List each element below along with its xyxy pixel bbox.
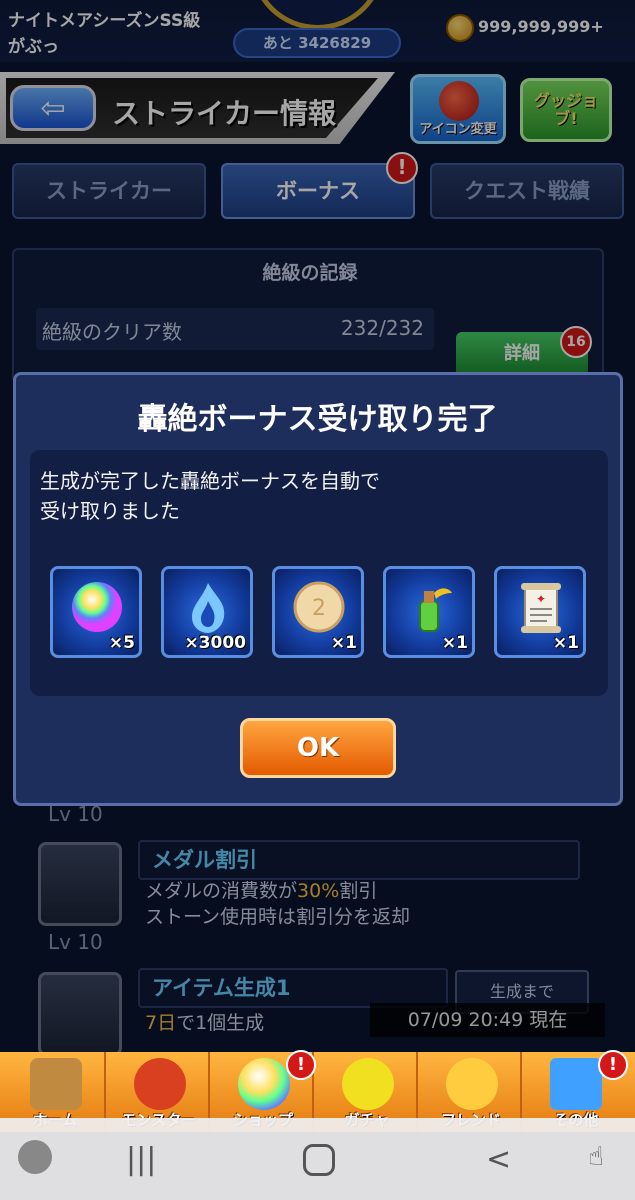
reward-quantity: ×1 bbox=[552, 633, 579, 653]
reward-quantity: ×1 bbox=[330, 633, 357, 653]
reward-item: ✦ ×1 bbox=[494, 566, 586, 658]
orb-icon bbox=[238, 1058, 290, 1110]
dialog-message: 生成が完了した轟絶ボーナスを自動で 受け取りました bbox=[40, 466, 560, 526]
touch-lock-icon[interactable]: ☝ bbox=[588, 1142, 604, 1172]
dialog-message-line: 生成が完了した轟絶ボーナスを自動で bbox=[40, 469, 380, 493]
reward-item: 2 ×1 bbox=[272, 566, 364, 658]
reward-quantity: ×1 bbox=[441, 633, 468, 653]
gacha-egg-icon bbox=[342, 1058, 394, 1110]
reward-item: ×5 bbox=[50, 566, 142, 658]
cookie-icon: 2 bbox=[293, 581, 345, 633]
back-icon[interactable]: < bbox=[486, 1142, 511, 1177]
potion-bottle-icon bbox=[419, 588, 452, 632]
reward-quantity: ×5 bbox=[108, 633, 135, 653]
other-badge: ! bbox=[598, 1050, 628, 1080]
rainbow-orb-icon bbox=[72, 582, 122, 632]
reward-item: ×3000 bbox=[161, 566, 253, 658]
ok-button[interactable]: OK bbox=[240, 718, 396, 778]
question-icon bbox=[550, 1058, 602, 1110]
svg-text:2: 2 bbox=[312, 596, 326, 621]
shop-badge: ! bbox=[286, 1050, 316, 1080]
reward-item: ×1 bbox=[383, 566, 475, 658]
reward-quantity: ×3000 bbox=[184, 633, 246, 653]
game-controller-icon[interactable] bbox=[18, 1140, 52, 1174]
home-icon[interactable] bbox=[303, 1144, 335, 1176]
svg-text:✦: ✦ bbox=[536, 592, 546, 606]
dialog-title: 轟絶ボーナス受け取り完了 bbox=[137, 402, 498, 437]
monster-icon bbox=[134, 1058, 186, 1110]
scroll-icon: ✦ bbox=[521, 583, 561, 633]
home-gate-icon bbox=[30, 1058, 82, 1110]
recent-apps-icon[interactable]: ||| bbox=[126, 1142, 156, 1177]
blue-flame-icon bbox=[192, 583, 225, 633]
dialog-message-line: 受け取りました bbox=[40, 499, 180, 523]
friend-icon bbox=[446, 1058, 498, 1110]
